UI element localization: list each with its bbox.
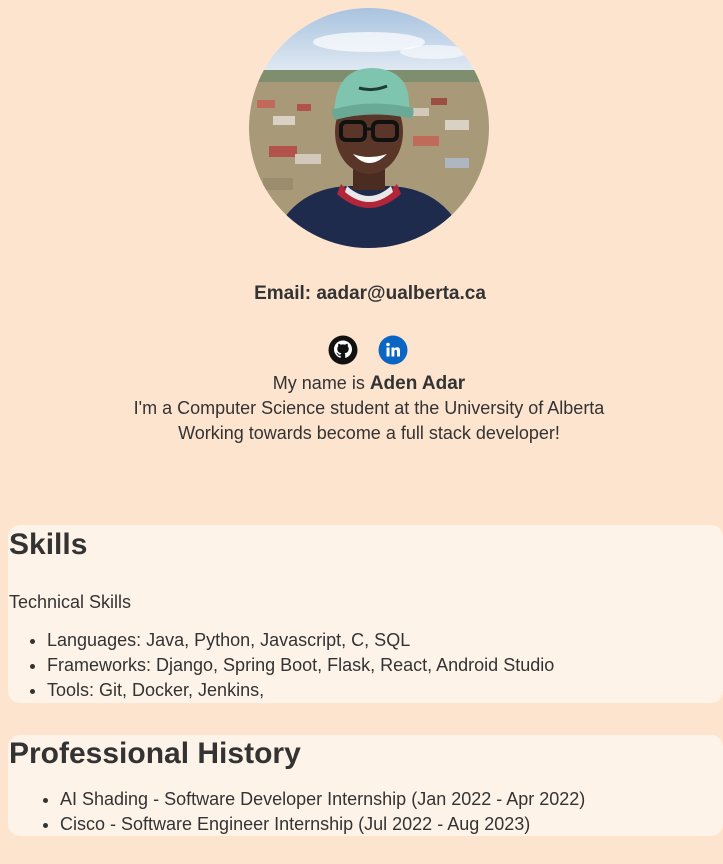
skills-section: Skills Technical Skills Languages: Java,… [8,525,723,703]
intro-line-2: I'm a Computer Science student at the Un… [133,398,605,418]
history-section: Professional History AI Shading - Softwa… [8,735,723,836]
list-item: Frameworks: Django, Spring Boot, Flask, … [47,653,554,678]
linkedin-link[interactable] [378,335,408,365]
list-item: Languages: Java, Python, Javascript, C, … [47,628,554,653]
github-icon [328,335,358,365]
avatar [249,8,489,248]
linkedin-icon [378,335,408,365]
email-text: Email: aadar@ualberta.ca [254,283,486,304]
full-name: Aden Adar [369,373,466,394]
github-link[interactable] [328,335,358,365]
technical-skills-label: Technical Skills [9,592,132,612]
list-item: Cisco - Software Engineer Internship (Ju… [60,812,585,837]
intro-prefix: My name is [272,373,370,393]
intro-line-1: My name is Aden Adar [0,371,723,396]
skills-heading: Skills [9,528,88,561]
history-list: AI Shading - Software Developer Internsh… [9,787,585,837]
social-links [328,335,408,365]
skills-list: Languages: Java, Python, Javascript, C, … [9,628,554,703]
list-item: AI Shading - Software Developer Internsh… [60,787,585,812]
history-heading: Professional History [9,737,301,770]
intro-line-3: Working towards become a full stack deve… [178,423,560,443]
profile-photo [249,8,489,248]
intro: My name is Aden Adar I'm a Computer Scie… [0,371,723,446]
list-item: Tools: Git, Docker, Jenkins, [47,678,554,703]
